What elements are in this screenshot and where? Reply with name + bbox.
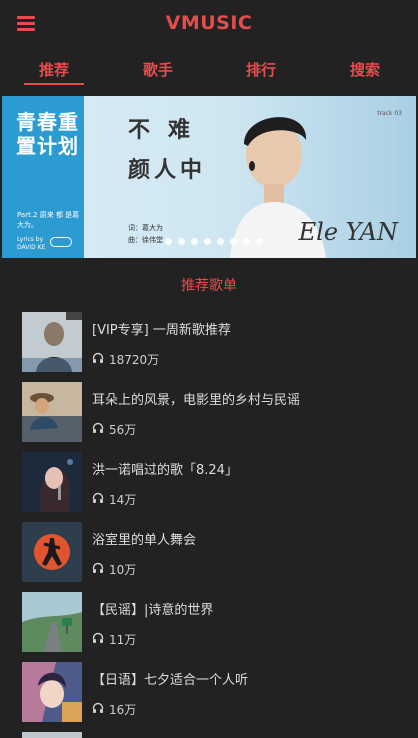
play-count: 18720万 bbox=[109, 353, 160, 367]
play-count: 16万 bbox=[109, 703, 137, 717]
pagination-dot[interactable] bbox=[178, 238, 185, 245]
album-cover-art: 青春重置计划 Part.2 原来 都 是葛大为。 Lyrics by DAVID… bbox=[2, 96, 84, 258]
playlist-title: 浴室里的单人舞会 bbox=[92, 533, 197, 548]
banner-pagination bbox=[165, 238, 275, 246]
play-count: 14万 bbox=[109, 493, 137, 507]
pagination-dot[interactable] bbox=[165, 238, 172, 245]
playlist-item[interactable]: 【民谣】|诗意的世界 11万 bbox=[0, 592, 418, 654]
app-title: VMUSIC bbox=[165, 12, 253, 34]
headphones-icon bbox=[92, 422, 104, 433]
playlist-item[interactable]: 耳朵上的风景，电影里的乡村与民谣 56万 bbox=[0, 382, 418, 444]
playlist-item-partial[interactable] bbox=[0, 732, 418, 738]
headphones-icon bbox=[92, 702, 104, 713]
banner-lyricist: 词：葛大为 bbox=[128, 224, 163, 232]
playlist-cover bbox=[22, 382, 82, 442]
playlist-title: [VIP专享] 一周新歌推荐 bbox=[92, 323, 231, 338]
playlist-title: 耳朵上的风景，电影里的乡村与民谣 bbox=[92, 393, 301, 408]
play-count: 56万 bbox=[109, 423, 137, 437]
playlist-title: 【日语】七夕适合一个人听 bbox=[92, 673, 249, 688]
banner-track-number: track 03 bbox=[377, 110, 402, 117]
tab-recommend[interactable]: 推荐 bbox=[24, 59, 84, 85]
cover-subtitle: Part.2 原来 都 是葛大为。 bbox=[17, 211, 80, 229]
playlist-cover bbox=[22, 452, 82, 512]
playlist-item[interactable]: [VIP专享] 一周新歌推荐 18720万 bbox=[0, 312, 418, 374]
playlist-item[interactable]: 【日语】七夕适合一个人听 16万 bbox=[0, 662, 418, 724]
banner-composer: 曲：徐伟堂 bbox=[128, 236, 163, 244]
playlist-cover bbox=[22, 522, 82, 582]
playlist-title: 【民谣】|诗意的世界 bbox=[92, 603, 214, 618]
headphones-icon bbox=[92, 632, 104, 643]
tab-search[interactable]: 搜索 bbox=[335, 59, 395, 83]
playlist-cover bbox=[22, 662, 82, 722]
headphones-icon bbox=[92, 352, 104, 363]
pagination-dot[interactable] bbox=[204, 238, 211, 245]
tab-rankings[interactable]: 排行 bbox=[231, 59, 291, 83]
banner-song-title: 不难 bbox=[128, 118, 209, 143]
section-title: 推荐歌单 bbox=[181, 278, 237, 294]
banner-credits: 词：葛大为 曲：徐伟堂 bbox=[128, 222, 163, 246]
cover-logo-mark bbox=[50, 237, 72, 247]
playlist-cover bbox=[22, 312, 82, 372]
playlist-item[interactable]: 洪一诺唱过的歌「8.24」 14万 bbox=[0, 452, 418, 514]
playlist-cover bbox=[22, 592, 82, 652]
pagination-dot[interactable] bbox=[191, 238, 198, 245]
play-count: 11万 bbox=[109, 633, 137, 647]
playlist-cover bbox=[22, 732, 82, 738]
headphones-icon bbox=[92, 492, 104, 503]
app-header: VMUSIC bbox=[0, 0, 418, 48]
tab-singers[interactable]: 歌手 bbox=[128, 59, 188, 83]
pagination-dot[interactable] bbox=[230, 238, 237, 245]
playlist-item[interactable]: 浴室里的单人舞会 10万 bbox=[0, 522, 418, 584]
banner-singer-name: 颜人中 bbox=[128, 158, 207, 183]
play-count: 10万 bbox=[109, 563, 137, 577]
banner-artist-name: Ele YAN bbox=[298, 218, 398, 246]
tab-bar: 推荐 歌手 排行 搜索 bbox=[0, 54, 418, 86]
pagination-dot[interactable] bbox=[243, 238, 250, 245]
headphones-icon bbox=[92, 562, 104, 573]
pagination-dot[interactable] bbox=[217, 238, 224, 245]
cover-title: 青春重置计划 bbox=[16, 110, 79, 158]
banner-slider[interactable]: 青春重置计划 Part.2 原来 都 是葛大为。 Lyrics by DAVID… bbox=[2, 96, 416, 258]
playlist-title: 洪一诺唱过的歌「8.24」 bbox=[92, 463, 238, 478]
pagination-dot[interactable] bbox=[256, 238, 263, 245]
